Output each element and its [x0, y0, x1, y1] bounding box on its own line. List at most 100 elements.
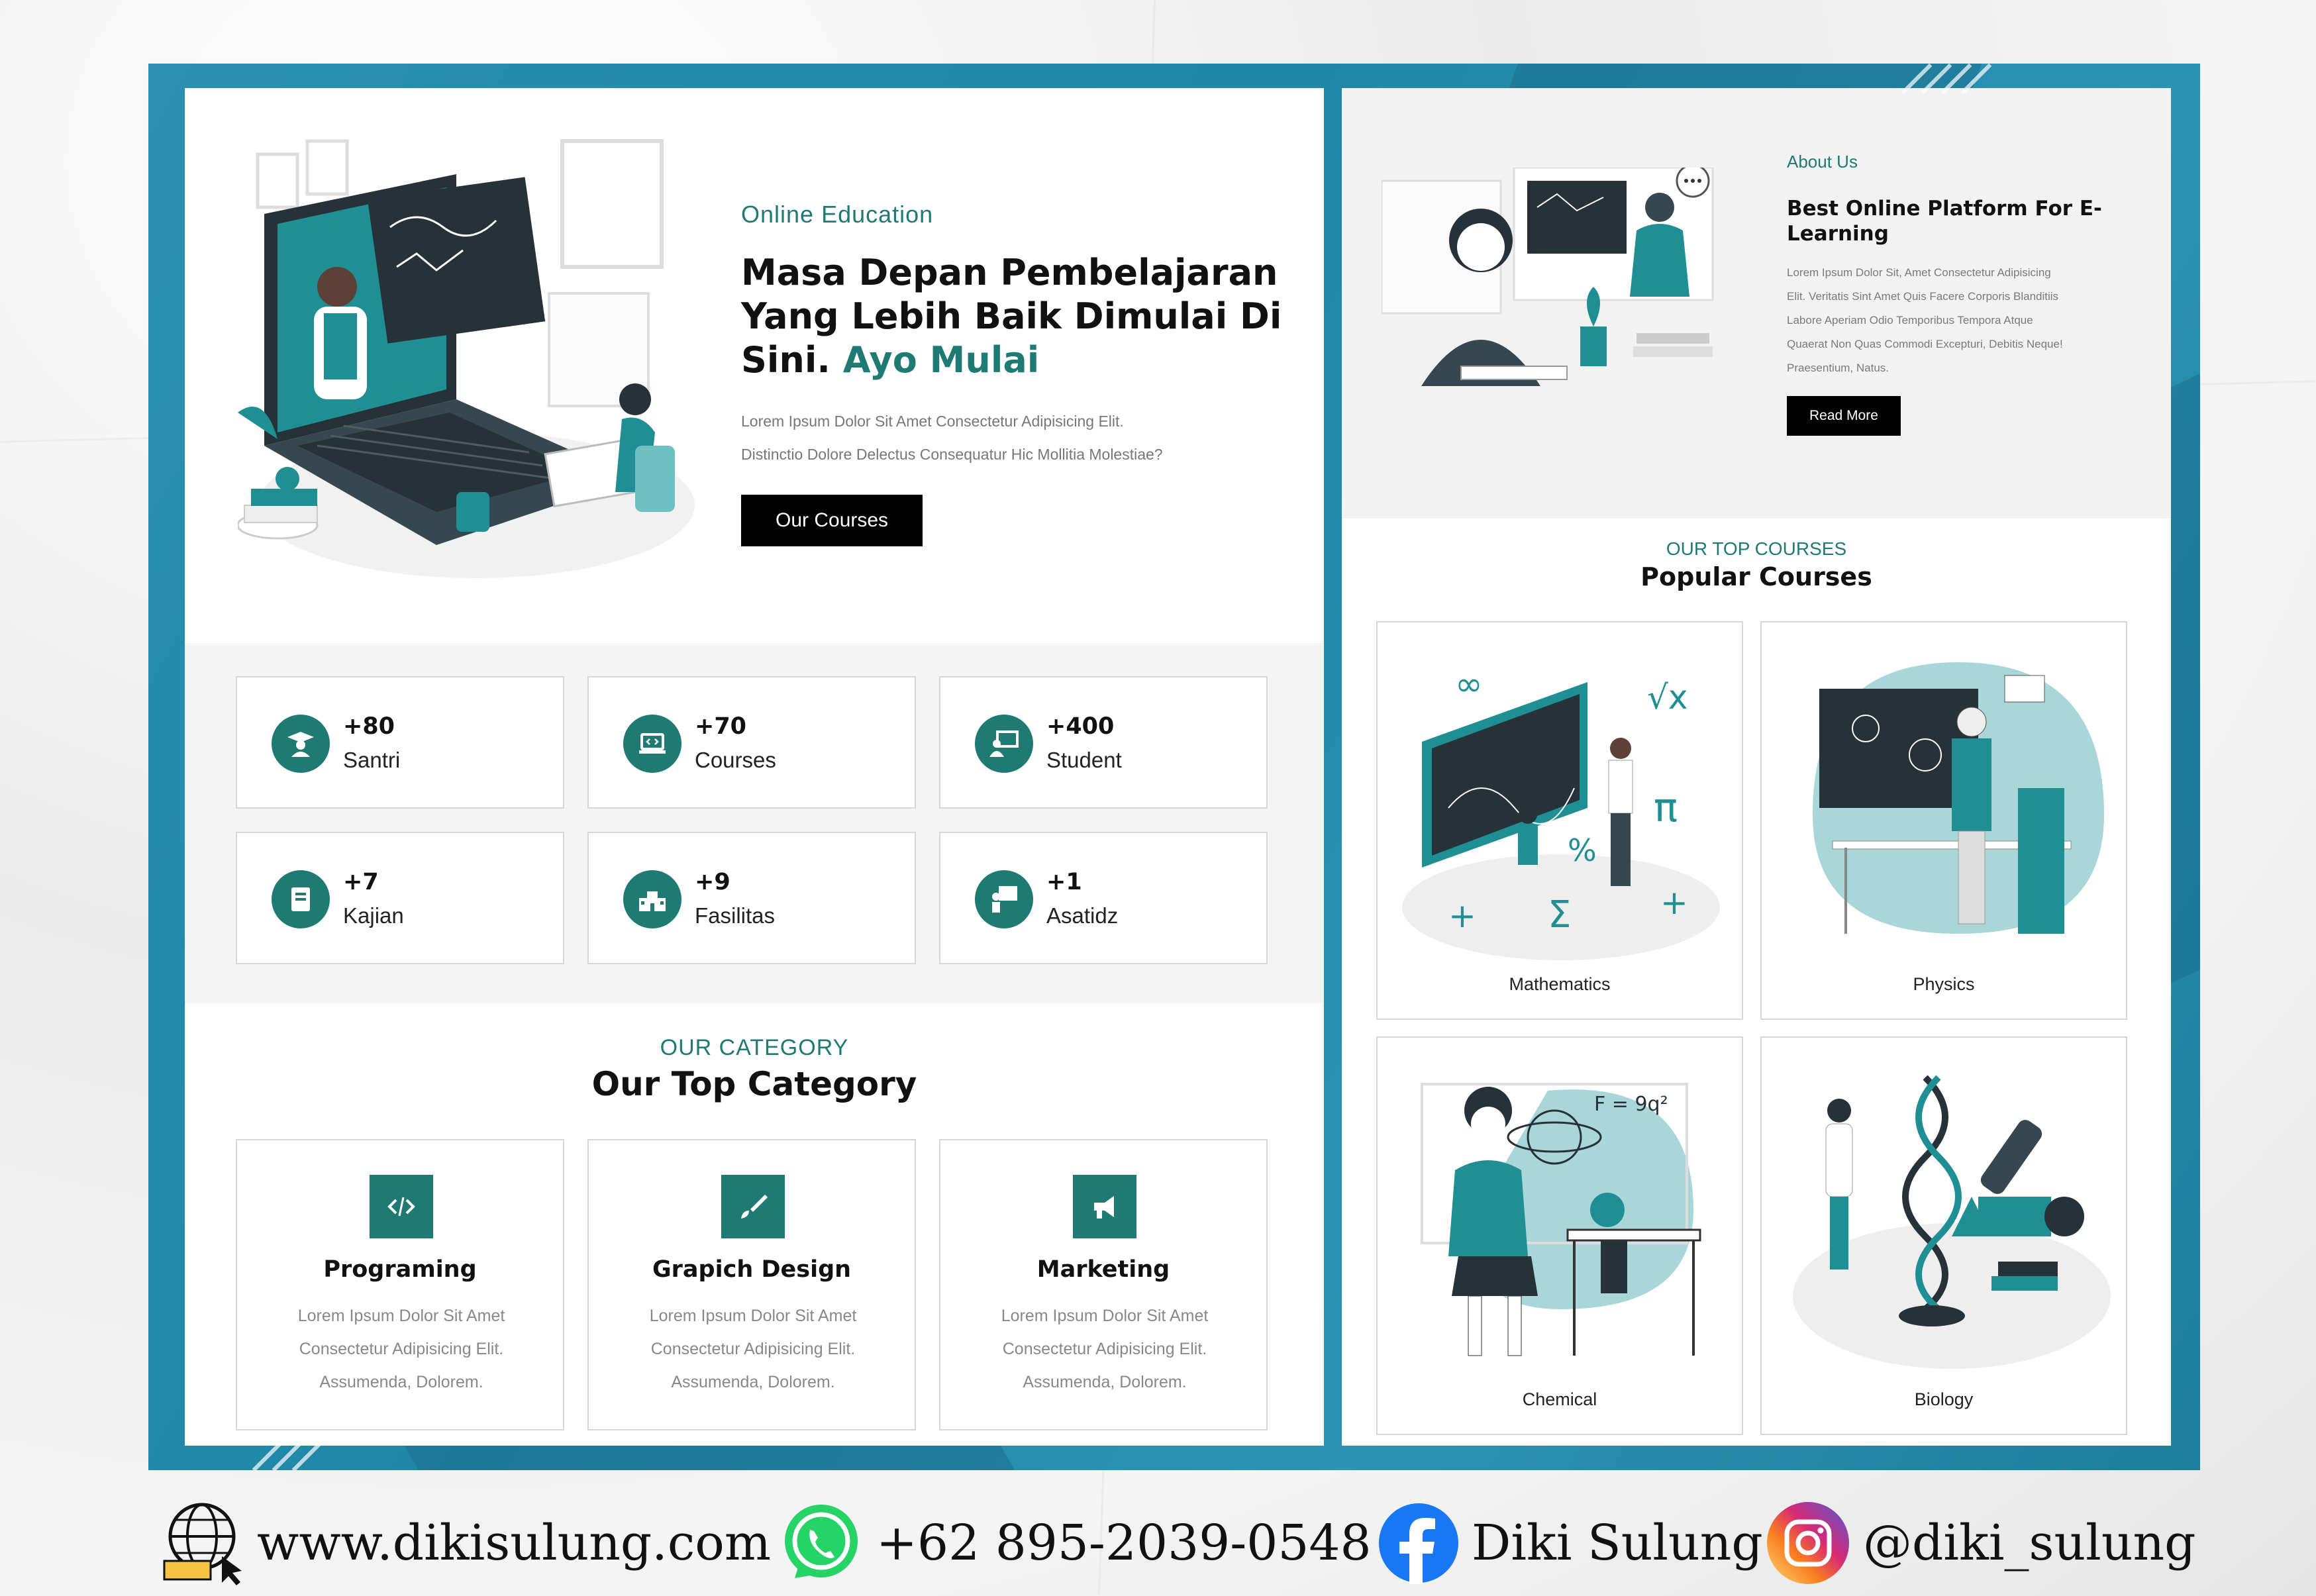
instagram-handle: @diki_sulung — [1863, 1515, 2196, 1571]
brush-icon — [721, 1175, 785, 1238]
stat-value: +400 — [1046, 713, 1115, 740]
landing-page-right: About Us Best Online Platform For E- Lea… — [1342, 88, 2171, 1446]
category-name: Programing — [323, 1256, 477, 1283]
hero-eyebrow: Online Education — [741, 201, 934, 228]
hero-title-accent: Ayo Mulai — [842, 339, 1040, 381]
course-card-physics[interactable]: Physics — [1760, 621, 2127, 1020]
online-class-illustration — [238, 139, 695, 578]
stat-label: Kajian — [343, 903, 404, 928]
category-eyebrow: OUR CATEGORY — [660, 1035, 849, 1060]
course-name: Chemical — [1522, 1389, 1597, 1409]
about-description-line: Labore Aperiam Odio Temporibus Tempora A… — [1787, 314, 2033, 326]
about-description: Lorem Ipsum Dolor Sit, Amet Consectetur … — [1787, 261, 2131, 380]
read-more-button[interactable]: Read More — [1787, 396, 1901, 436]
footer-contacts: www.dikisulung.com +62 895-2039-0548 Dik… — [0, 1483, 2316, 1596]
course-card-biology[interactable]: Biology — [1760, 1036, 2127, 1435]
book-icon — [272, 870, 330, 928]
hero-title-line: Yang Lebih Baik Dimulai Di — [741, 295, 1282, 337]
hero-title-line: Sini. — [741, 339, 831, 381]
chalkboard-teacher-icon — [975, 870, 1033, 928]
hero-title-line: Masa Depan Pembelajaran — [741, 252, 1278, 293]
stat-card: +400 Student — [939, 676, 1268, 809]
category-description-line: Lorem Ipsum Dolor Sit Amet — [649, 1307, 857, 1325]
category-description-line: Consectetur Adipisicing Elit. — [299, 1340, 504, 1358]
facebook-icon — [1379, 1503, 1458, 1584]
website-contact[interactable]: www.dikisulung.com — [159, 1497, 771, 1589]
category-description: Lorem Ipsum Dolor Sit Amet Consectetur A… — [967, 1299, 1242, 1399]
stats-section: +80 Santri +70 Courses +400 Student +7 K… — [185, 643, 1324, 1003]
instagram-contact[interactable]: @diki_sulung — [1765, 1497, 2196, 1589]
course-name: Biology — [1914, 1389, 1974, 1409]
school-icon — [623, 870, 681, 928]
about-description-line: Lorem Ipsum Dolor Sit, Amet Consectetur … — [1787, 266, 2051, 279]
video-call-illustration — [1382, 168, 1714, 386]
about-text: About Us Best Online Platform For E- Lea… — [1787, 152, 2131, 436]
stat-label: Fasilitas — [695, 903, 776, 928]
stat-value: +9 — [695, 869, 730, 895]
mathematics-illustration: √x π % Σ + + ∞ — [1402, 665, 1720, 960]
category-description-line: Assumenda, Dolorem. — [671, 1373, 835, 1391]
globe-www-icon — [163, 1503, 242, 1585]
website-text: www.dikisulung.com — [257, 1515, 771, 1571]
category-description: Lorem Ipsum Dolor Sit Amet Consectetur A… — [264, 1299, 539, 1399]
hero-description: Lorem Ipsum Dolor Sit Amet Consectetur A… — [741, 405, 1284, 471]
category-description: Lorem Ipsum Dolor Sit Amet Consectetur A… — [615, 1299, 891, 1399]
hero-description-line: Lorem Ipsum Dolor Sit Amet Consectetur A… — [741, 413, 1124, 430]
whatsapp-number: +62 895-2039-0548 — [876, 1515, 1372, 1571]
category-header: OUR CATEGORY Our Top Category — [185, 1035, 1324, 1103]
stat-label: Asatidz — [1046, 903, 1119, 928]
instagram-icon — [1767, 1502, 1849, 1584]
category-card-marketing[interactable]: Marketing Lorem Ipsum Dolor Sit Amet Con… — [939, 1139, 1268, 1430]
category-description-line: Assumenda, Dolorem. — [1023, 1373, 1187, 1391]
category-name: Grapich Design — [652, 1256, 852, 1283]
graduate-icon — [272, 715, 330, 773]
popular-eyebrow: OUR TOP COURSES — [1666, 538, 1847, 559]
svg-text:∞: ∞ — [1455, 665, 1483, 703]
hero-section: Online Education Masa Depan Pembelajaran… — [185, 88, 1324, 643]
category-description-line: Lorem Ipsum Dolor Sit Amet — [1001, 1307, 1209, 1325]
about-title-line: Best Online Platform For E- — [1787, 197, 2102, 221]
course-name: Physics — [1913, 974, 1975, 994]
popular-title: Popular Courses — [1640, 562, 1872, 591]
stat-label: Santri — [343, 748, 401, 772]
course-name: Mathematics — [1509, 974, 1611, 994]
hero-description-line: Distinctio Dolore Delectus Consequatur H… — [741, 446, 1163, 463]
physics-illustration — [1813, 662, 2104, 934]
category-description-line: Assumenda, Dolorem. — [319, 1373, 483, 1391]
stat-card: +80 Santri — [236, 676, 564, 809]
hero-text: Online Education Masa Depan Pembelajaran… — [741, 201, 1284, 546]
facebook-contact[interactable]: Diki Sulung — [1378, 1497, 1763, 1589]
svg-text:π: π — [1654, 785, 1678, 831]
svg-text:Σ: Σ — [1548, 893, 1571, 936]
stat-value: +80 — [343, 713, 395, 740]
about-description-line: Elit. Veritatis Sint Amet Quis Facere Co… — [1787, 290, 2059, 303]
svg-text:+: + — [1448, 897, 1476, 935]
biology-illustration — [1793, 1075, 2111, 1369]
category-title: Our Top Category — [591, 1065, 917, 1103]
facebook-name: Diki Sulung — [1472, 1515, 1763, 1571]
stat-card: +7 Kajian — [236, 832, 564, 964]
stat-value: +70 — [695, 713, 747, 740]
category-description-line: Consectetur Adipisicing Elit. — [650, 1340, 856, 1358]
category-card-programing[interactable]: Programing Lorem Ipsum Dolor Sit Amet Co… — [236, 1139, 564, 1430]
category-description-line: Lorem Ipsum Dolor Sit Amet — [297, 1307, 505, 1325]
category-description-line: Consectetur Adipisicing Elit. — [1002, 1340, 1207, 1358]
category-card-graphic-design[interactable]: Grapich Design Lorem Ipsum Dolor Sit Ame… — [587, 1139, 916, 1430]
course-card-mathematics[interactable]: √x π % Σ + + ∞ Mathematics — [1376, 621, 1743, 1020]
our-courses-button[interactable]: Our Courses — [741, 495, 923, 546]
about-title-line: Learning — [1787, 222, 1889, 246]
svg-text:F = 9q²: F = 9q² — [1594, 1093, 1668, 1116]
whatsapp-contact[interactable]: +62 895-2039-0548 — [778, 1497, 1372, 1589]
stat-value: +7 — [343, 869, 379, 895]
stat-card: +9 Fasilitas — [587, 832, 916, 964]
code-icon — [370, 1175, 433, 1238]
stat-value: +1 — [1046, 869, 1082, 895]
svg-text:√x: √x — [1647, 678, 1687, 717]
teacher-board-icon — [975, 715, 1033, 773]
about-section: About Us Best Online Platform For E- Lea… — [1342, 88, 2171, 519]
category-name: Marketing — [1036, 1256, 1170, 1283]
chemistry-illustration: F = 9q² — [1421, 1083, 1701, 1356]
hero-title: Masa Depan Pembelajaran Yang Lebih Baik … — [741, 251, 1284, 382]
landing-page-left: Online Education Masa Depan Pembelajaran… — [185, 88, 1324, 1446]
course-card-chemical[interactable]: F = 9q² Chemical — [1376, 1036, 1743, 1435]
